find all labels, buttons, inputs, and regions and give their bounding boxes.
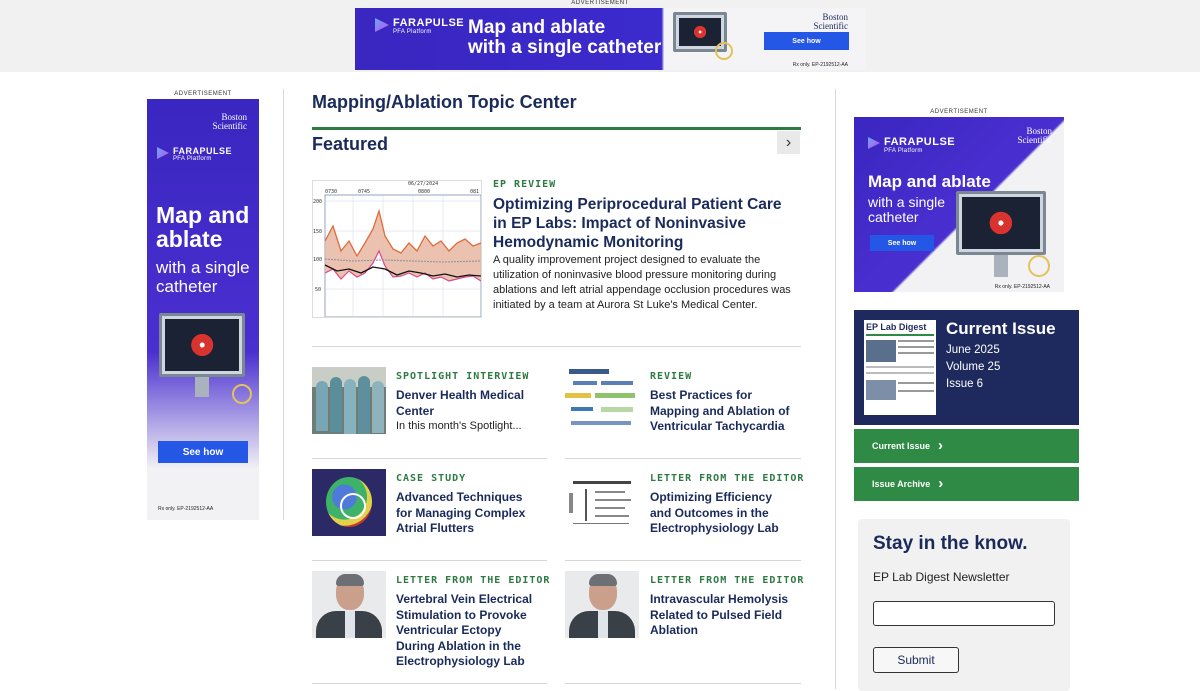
cover-masthead: EP Lab Digest <box>866 322 927 332</box>
top-banner-area: ADVERTISEMENT FARAPULSE PFA Platform Map … <box>0 0 1200 72</box>
ad-brand: FARAPULSE PFA Platform <box>393 17 465 35</box>
card-category[interactable]: CASE STUDY <box>396 473 466 484</box>
divider <box>312 560 547 561</box>
divider <box>312 683 547 684</box>
card-title-link[interactable]: Vertebral Vein Electrical Stimulation to… <box>396 592 541 670</box>
column-divider <box>283 89 284 520</box>
monitor-image <box>956 191 1046 255</box>
card-category[interactable]: REVIEW <box>650 371 692 382</box>
issue-archive-button[interactable]: Issue Archive › <box>854 467 1079 501</box>
divider <box>312 346 801 347</box>
page-title: Mapping/Ablation Topic Center <box>312 92 577 112</box>
boston-scientific-logo: Boston Scientific <box>212 112 248 131</box>
hero-chart-image[interactable]: 06/27/2024 0730 0745 0800 081 200 150 10… <box>312 180 482 318</box>
left-ad-banner[interactable]: Boston Scientific FARAPULSE PFA Platform M… <box>147 99 259 520</box>
newsletter-heading: Stay in the know. <box>873 533 1028 554</box>
catheter-coil-icon <box>232 384 252 404</box>
monitor-stand <box>994 255 1008 277</box>
card-image-diagram[interactable] <box>565 469 639 536</box>
divider <box>312 458 547 459</box>
current-issue-panel: EP Lab Digest Current Issue June 2025 Vo… <box>854 310 1079 425</box>
hero-title-link[interactable]: Optimizing Periprocedural Patient Care i… <box>493 195 793 252</box>
issue-number: Issue 6 <box>946 378 984 390</box>
card-image-atrial-map[interactable] <box>312 469 386 536</box>
chart-time-label: 081 <box>470 189 479 195</box>
card-title-link[interactable]: Best Practices for Mapping and Ablation … <box>650 388 795 435</box>
card-category[interactable]: SPOTLIGHT INTERVIEW <box>396 371 529 382</box>
monitor-image <box>159 313 245 377</box>
card-category[interactable]: LETTER FROM THE EDITOR <box>396 575 550 586</box>
ad-see-how-button[interactable]: See how <box>158 441 248 463</box>
issue-volume: Volume 25 <box>946 361 1001 373</box>
column-divider <box>835 89 836 689</box>
top-ad-banner[interactable]: FARAPULSE PFA Platform Map and ablate with… <box>355 8 866 70</box>
right-ad-banner[interactable]: Boston Scientific FARAPULSE PFA Platform M… <box>854 117 1064 292</box>
divider <box>565 458 801 459</box>
ad-rx-text: Rx only. EP-2192512-AA <box>158 506 214 512</box>
ad-headline: Map and ablate <box>156 202 250 253</box>
card-image-group-photo[interactable] <box>312 367 386 434</box>
ad-brand: FARAPULSE PFA Platform <box>173 146 233 162</box>
current-issue-button[interactable]: Current Issue › <box>854 429 1079 463</box>
current-issue-label: Current Issue <box>872 441 931 451</box>
catheter-coil-icon <box>1028 255 1050 277</box>
issue-cover-image[interactable]: EP Lab Digest <box>864 320 936 415</box>
divider <box>565 560 801 561</box>
newsletter-submit-button[interactable]: Submit <box>873 647 959 673</box>
newsletter-subheading: EP Lab Digest Newsletter <box>873 570 1010 584</box>
card-title-link[interactable]: Intravascular Hemolysis Related to Pulse… <box>650 592 795 639</box>
ad-brand: FARAPULSE PFA Platform <box>884 136 956 154</box>
chart-time-label: 0745 <box>358 189 370 195</box>
issue-archive-label: Issue Archive <box>872 479 931 489</box>
ad-rx-text: Rx only. EP-2192512-AA <box>792 62 848 68</box>
farapulse-logo-icon <box>375 18 389 32</box>
chart-y-tick: 200 <box>313 199 322 205</box>
card-image-flowchart[interactable] <box>565 367 639 434</box>
ad-label: ADVERTISEMENT <box>571 0 629 6</box>
card-description: In this month's Spotlight... <box>396 420 522 432</box>
ad-label: ADVERTISEMENT <box>930 109 988 115</box>
featured-heading: Featured <box>312 134 389 154</box>
current-issue-heading: Current Issue <box>946 319 1056 338</box>
card-image-author-portrait[interactable] <box>312 571 386 638</box>
ad-label: ADVERTISEMENT <box>174 91 232 97</box>
featured-next-button[interactable]: › <box>777 131 800 154</box>
hero-category[interactable]: EP REVIEW <box>493 179 556 190</box>
card-title-link[interactable]: Denver Health Medical Center <box>396 388 541 419</box>
chart-y-tick: 150 <box>313 229 322 235</box>
farapulse-logo-icon <box>868 137 880 149</box>
newsletter-email-input[interactable] <box>873 601 1055 626</box>
catheter-coil-icon <box>715 42 733 60</box>
card-category[interactable]: LETTER FROM THE EDITOR <box>650 575 804 586</box>
issue-date: June 2025 <box>946 344 1000 356</box>
monitor-stand <box>195 377 209 397</box>
chart-y-tick: 50 <box>315 287 321 293</box>
boston-scientific-logo: Boston Scientific <box>813 12 849 31</box>
ad-rx-text: Rx only. EP-2192512-AA <box>994 284 1050 290</box>
chevron-right-icon: › <box>938 475 944 492</box>
ad-subline: with a single catheter <box>156 258 250 296</box>
newsletter-panel: Stay in the know. EP Lab Digest Newslett… <box>858 519 1070 691</box>
chevron-right-icon: › <box>785 133 792 151</box>
featured-rule <box>312 127 801 130</box>
ad-see-how-button[interactable]: See how <box>870 235 934 251</box>
boston-scientific-logo: Boston Scientific <box>1017 126 1053 145</box>
chart-time-label: 0730 <box>325 189 337 195</box>
chart-date: 06/27/2024 <box>408 181 438 187</box>
ad-see-how-button[interactable]: See how <box>764 32 849 50</box>
ad-headline: Map and ablate <box>868 172 991 191</box>
ad-subline: with a single catheter <box>868 194 946 226</box>
farapulse-logo-icon <box>157 147 169 159</box>
hero-description: A quality improvement project designed t… <box>493 254 791 311</box>
card-image-author-portrait[interactable] <box>565 571 639 638</box>
chevron-right-icon: › <box>938 437 944 454</box>
chart-time-label: 0800 <box>418 189 430 195</box>
card-category[interactable]: LETTER FROM THE EDITOR <box>650 473 804 484</box>
card-title-link[interactable]: Advanced Techniques for Managing Complex… <box>396 490 541 537</box>
divider <box>565 683 801 684</box>
chart-y-tick: 100 <box>313 257 322 263</box>
ad-headline: Map and ablate with a single catheter <box>468 17 662 58</box>
card-title-link[interactable]: Optimizing Efficiency and Outcomes in th… <box>650 490 795 537</box>
